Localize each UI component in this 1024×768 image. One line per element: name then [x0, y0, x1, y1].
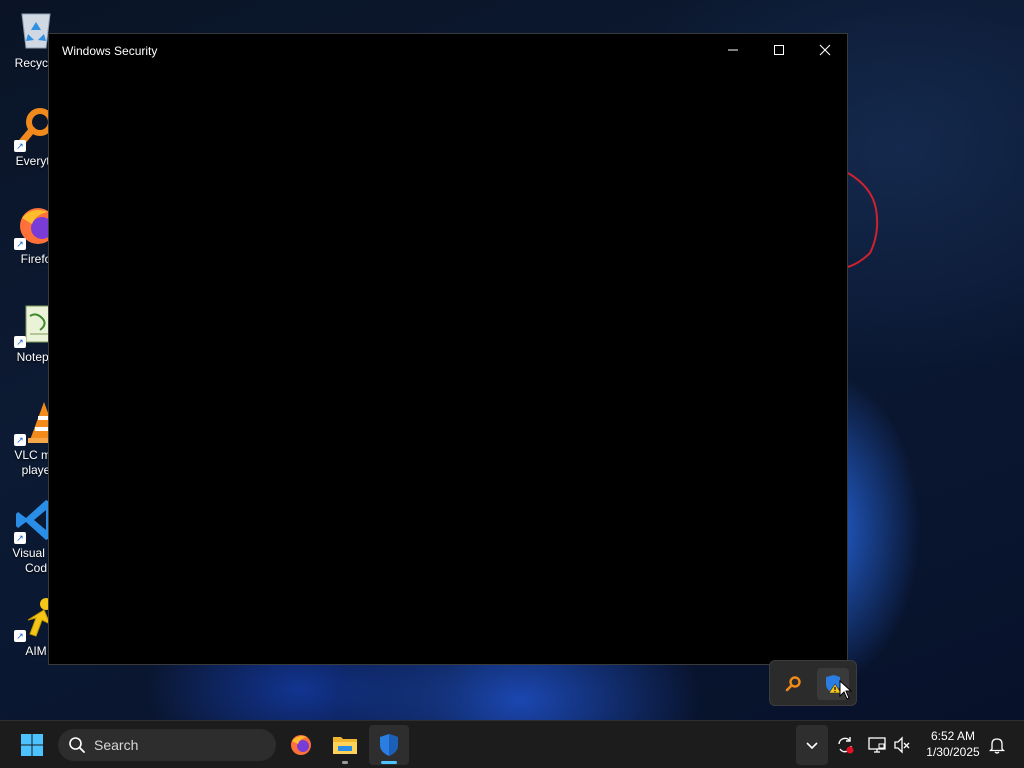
title-bar[interactable]: Windows Security [49, 34, 847, 66]
window-content [49, 66, 847, 664]
clock-date: 1/30/2025 [926, 745, 980, 759]
active-indicator [381, 761, 397, 764]
taskbar-firefox[interactable] [281, 725, 321, 765]
shortcut-arrow-icon: ↗ [14, 336, 26, 348]
taskbar-file-explorer[interactable] [325, 725, 365, 765]
desktop: Recycle ↗ Everyth ↗ Firefo ↗ Notepa ↗ VL… [0, 0, 1024, 720]
notification-bell-icon [988, 738, 1006, 754]
minimize-button[interactable] [710, 34, 756, 66]
tray-volume[interactable] [890, 725, 914, 765]
file-explorer-icon [333, 737, 357, 754]
windows-security-window[interactable]: Windows Security [48, 33, 848, 665]
close-button[interactable] [802, 34, 848, 66]
close-icon [819, 44, 831, 56]
search-label: Search [94, 737, 139, 753]
taskbar-clock[interactable]: 6:52 AM 1/30/2025 [920, 728, 986, 760]
shortcut-arrow-icon: ↗ [14, 532, 26, 544]
mouse-cursor-icon [839, 680, 853, 700]
display-icon [868, 737, 886, 753]
chevron-up-icon [806, 742, 818, 750]
windows-security-icon [380, 734, 398, 756]
notification-center-button[interactable] [984, 725, 1010, 765]
show-hidden-icons-button[interactable] [796, 725, 828, 765]
firefox-icon [291, 735, 311, 755]
minimize-icon [728, 49, 738, 51]
search-icon [69, 737, 85, 753]
tray-sync[interactable] [832, 725, 858, 765]
shortcut-arrow-icon: ↗ [14, 140, 26, 152]
everything-search-icon [785, 676, 801, 692]
taskbar-windows-security[interactable] [369, 725, 409, 765]
windows-start-icon [21, 734, 43, 756]
tray-display[interactable] [864, 725, 890, 765]
shortcut-arrow-icon: ↗ [14, 630, 26, 642]
volume-muted-icon [894, 736, 910, 754]
taskbar: Search 6:52 AM 1/30/2025 [0, 720, 1024, 768]
red-ink-stroke [847, 172, 879, 268]
running-indicator [342, 761, 348, 764]
clock-time: 6:52 AM [930, 729, 976, 743]
start-button[interactable] [12, 725, 52, 765]
tray-item-everything[interactable] [777, 668, 809, 700]
window-title: Windows Security [62, 44, 158, 58]
maximize-button[interactable] [756, 34, 802, 66]
taskbar-search-box[interactable]: Search [58, 729, 276, 761]
shortcut-arrow-icon: ↗ [14, 238, 26, 250]
sync-icon [838, 737, 854, 754]
maximize-icon [774, 45, 784, 55]
shortcut-arrow-icon: ↗ [14, 434, 26, 446]
